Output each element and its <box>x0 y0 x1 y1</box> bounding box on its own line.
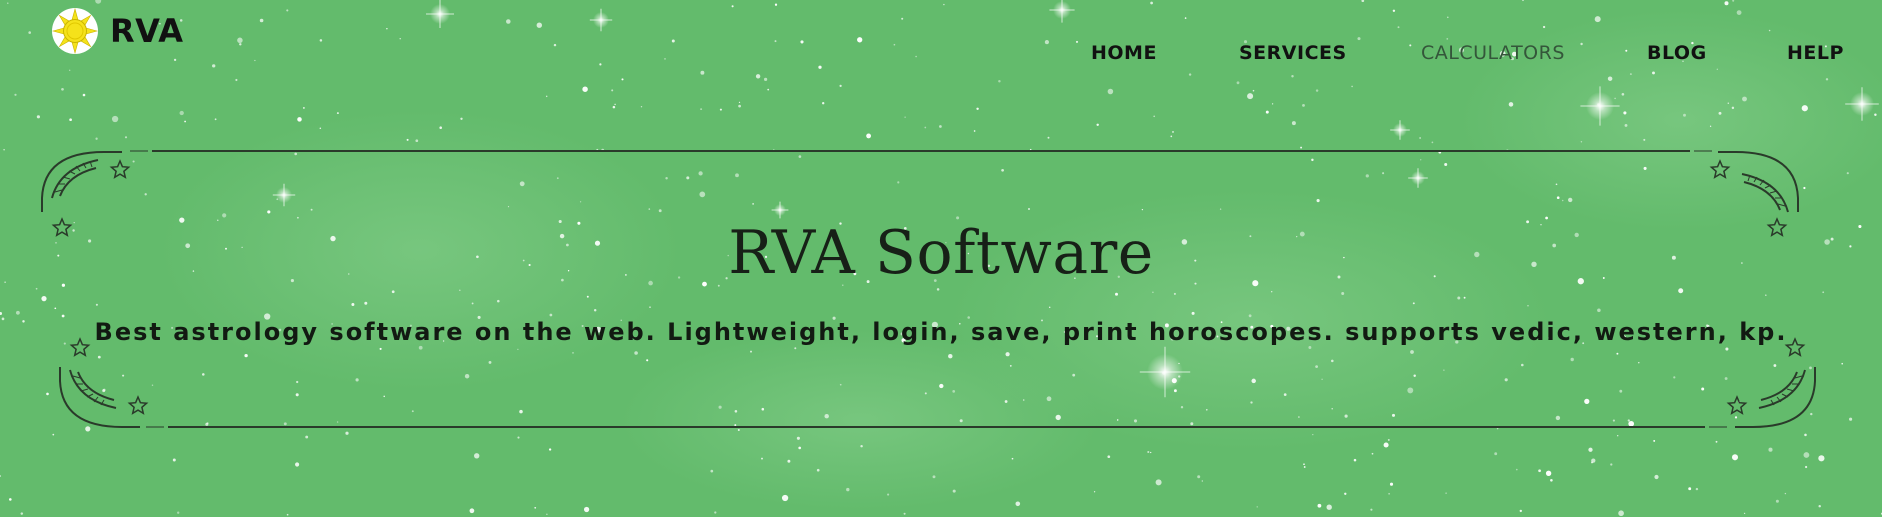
page-tagline: Best astrology software on the web. Ligh… <box>94 318 1788 346</box>
page-title: RVA Software <box>728 218 1154 288</box>
